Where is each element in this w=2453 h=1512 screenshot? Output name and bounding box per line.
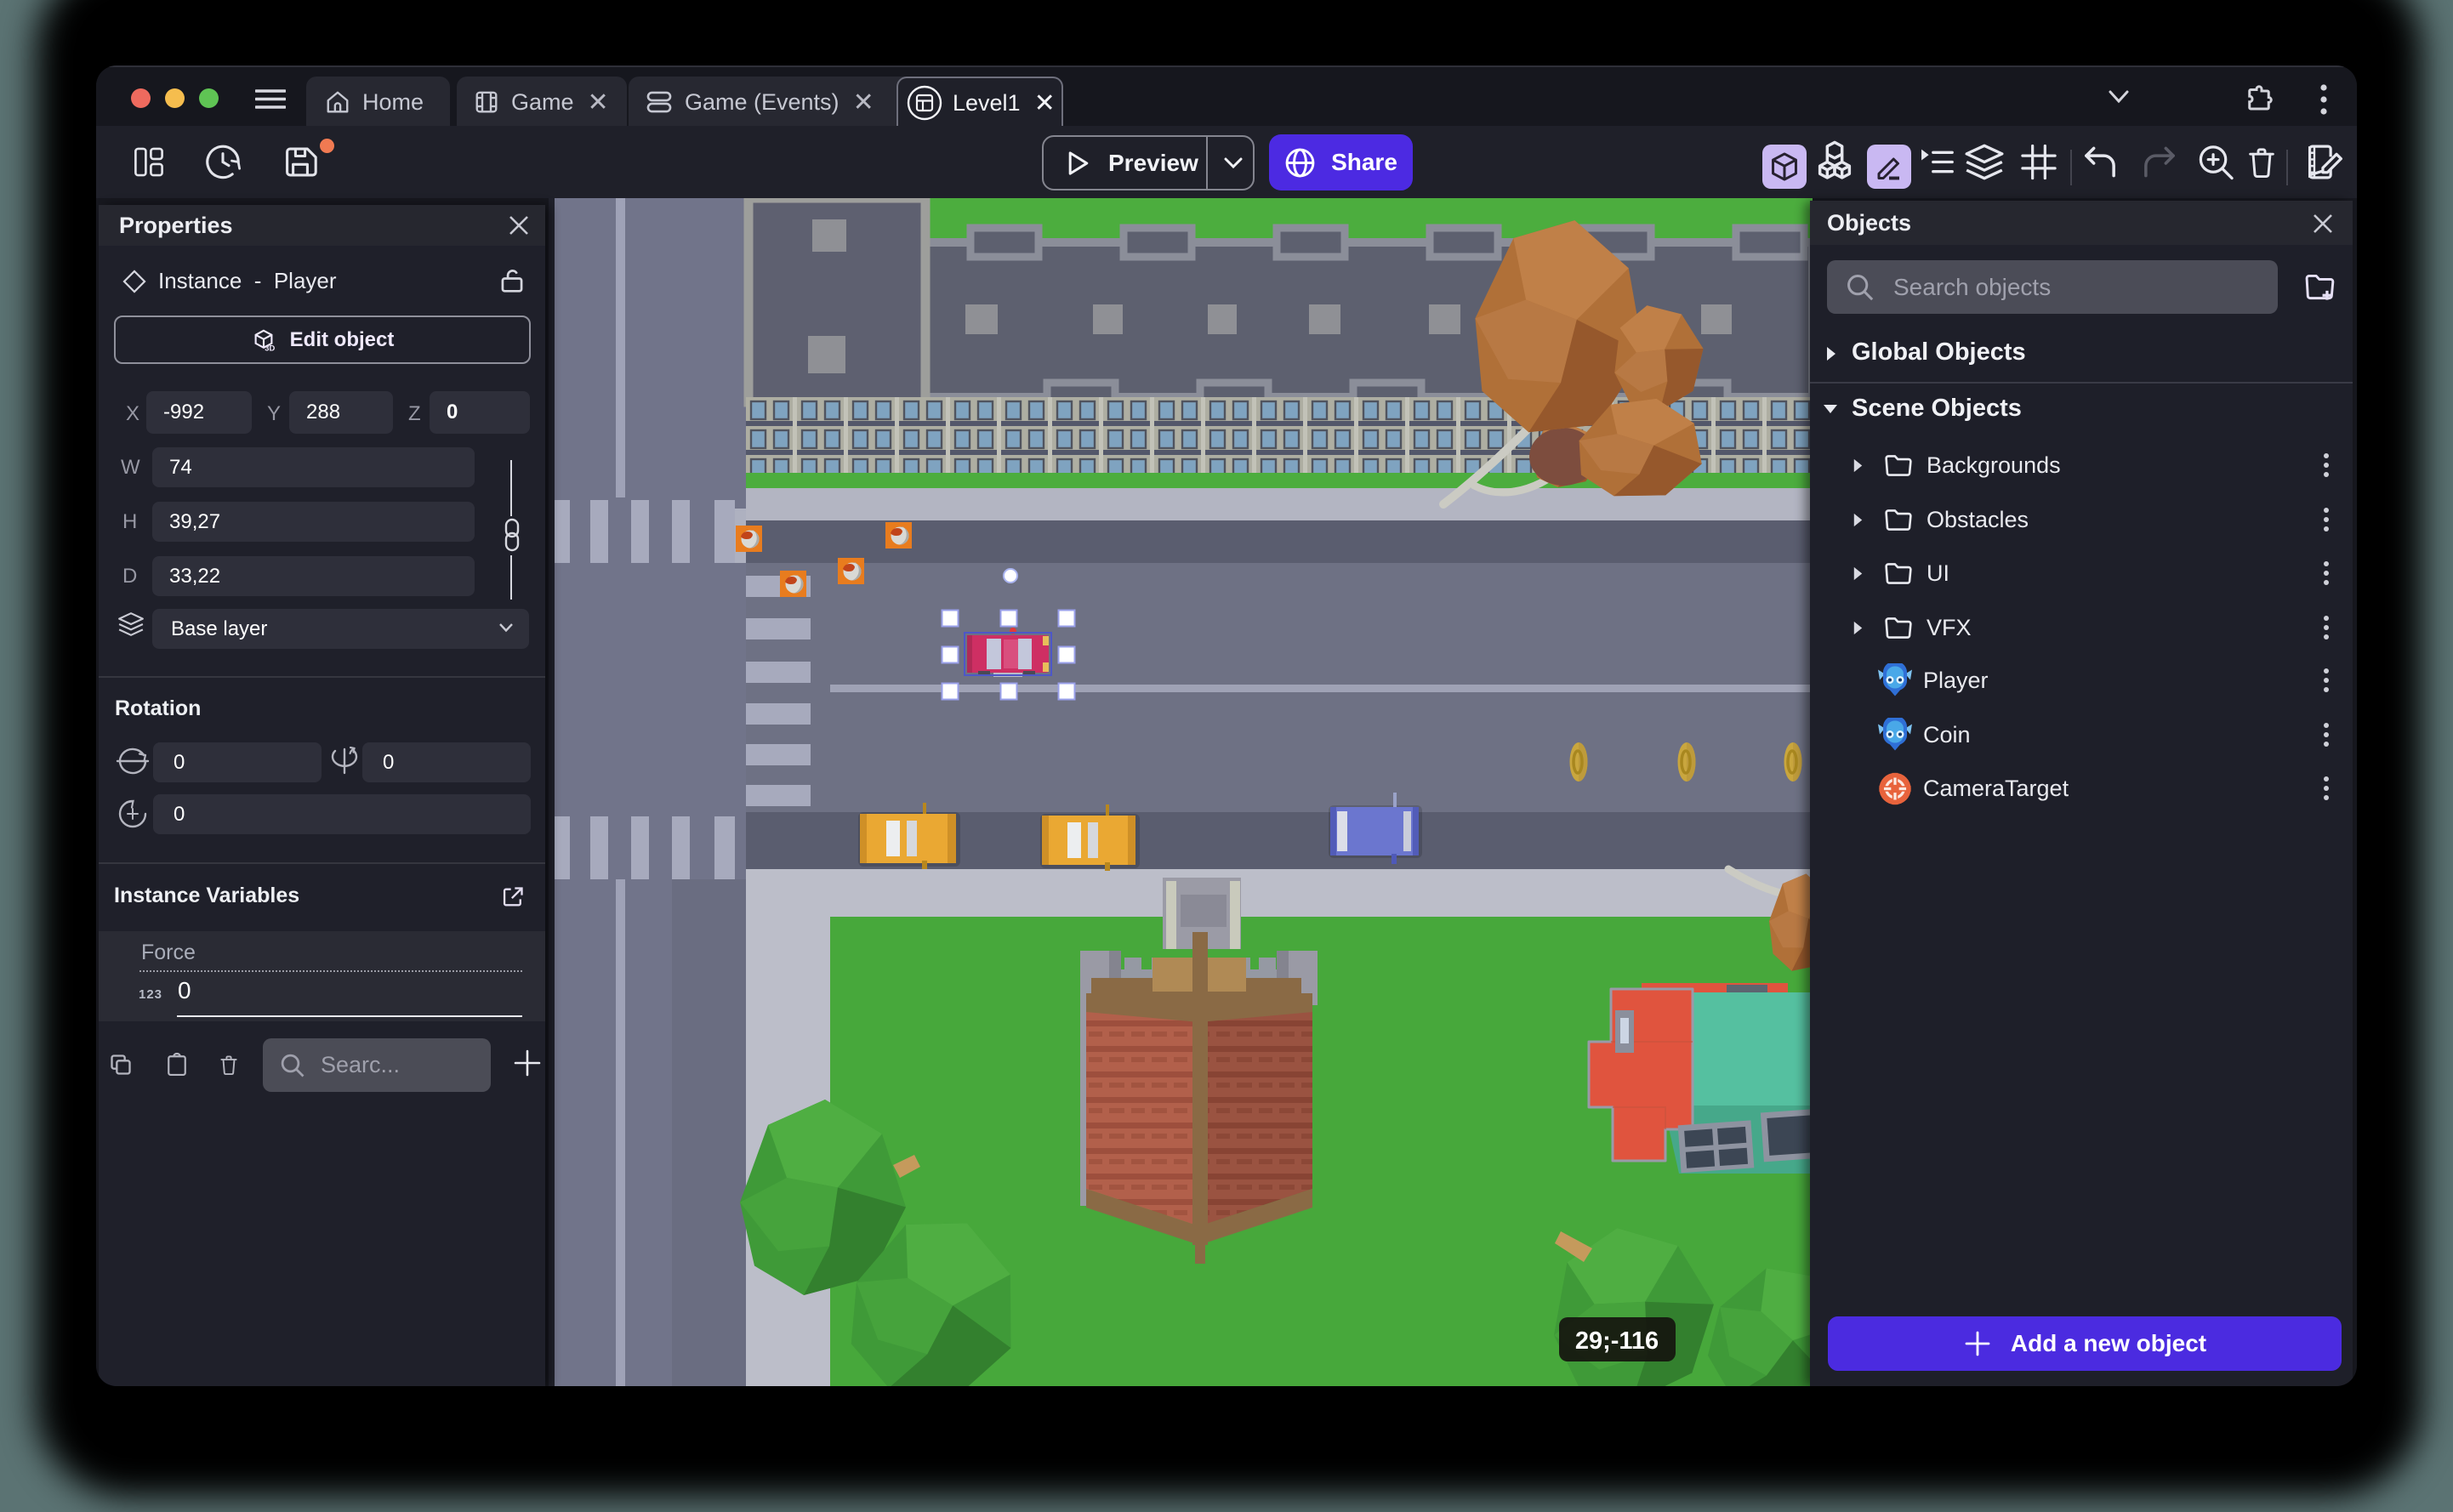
svg-text:3D: 3D — [265, 344, 275, 352]
svg-text:29;-116: 29;-116 — [1575, 1327, 1659, 1355]
